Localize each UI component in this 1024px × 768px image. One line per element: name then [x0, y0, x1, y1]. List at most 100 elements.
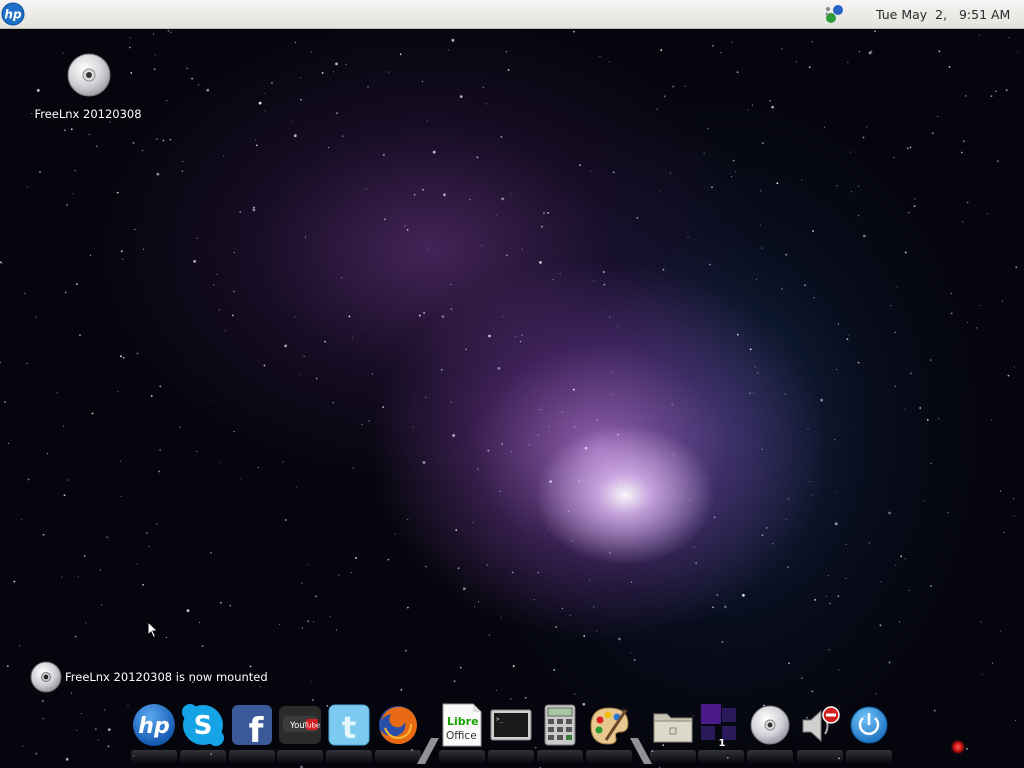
skype-icon: S [182, 704, 224, 746]
star [4, 401, 6, 403]
star [74, 170, 76, 172]
star [888, 661, 891, 664]
star [80, 713, 83, 715]
star [196, 450, 198, 453]
star [117, 390, 119, 392]
star [596, 419, 598, 421]
dock-item-libreoffice[interactable]: Libre Office [439, 702, 485, 764]
star [122, 258, 124, 260]
dock-item-terminal[interactable]: >_ [488, 702, 534, 764]
star [120, 495, 122, 497]
star [495, 214, 497, 216]
star [383, 154, 385, 156]
star [687, 236, 689, 238]
dock-item-firefox[interactable] [375, 702, 421, 764]
star [367, 86, 369, 88]
star [407, 518, 409, 520]
star [753, 392, 755, 394]
star [450, 401, 452, 403]
dock-item-facebook[interactable]: f [229, 702, 275, 764]
star [216, 273, 218, 275]
star [83, 555, 86, 557]
star [801, 179, 803, 181]
star [994, 90, 997, 93]
star [757, 372, 759, 374]
star [825, 595, 827, 598]
dock-item-youtube[interactable]: You Tube [277, 702, 323, 764]
dock-item-volume[interactable] [797, 702, 843, 764]
star [749, 348, 752, 351]
star [432, 150, 436, 154]
star [838, 323, 840, 325]
dock-item-power[interactable] [846, 702, 892, 764]
star [894, 385, 897, 388]
mouse-cursor-icon [147, 620, 159, 639]
star [929, 359, 932, 361]
star [948, 66, 951, 68]
star [618, 637, 621, 641]
dock-item-skype[interactable]: S [180, 702, 226, 764]
cd-disc-icon [66, 52, 112, 98]
svg-text:>_: >_ [496, 716, 504, 723]
svg-text:1: 1 [719, 738, 726, 748]
star [64, 291, 67, 294]
star [584, 446, 588, 450]
desktop-icon-freelnx[interactable]: FreeLnx 20120308 [28, 52, 148, 124]
dock-item-workspace-switcher[interactable]: 1 [698, 702, 744, 764]
star [206, 88, 210, 92]
star [592, 503, 594, 505]
star [422, 188, 424, 191]
star [857, 185, 860, 187]
star [555, 626, 558, 628]
star [636, 216, 639, 219]
star [548, 426, 550, 428]
star [781, 288, 783, 290]
star [220, 462, 222, 464]
star [847, 61, 849, 63]
dock-reflection [698, 750, 744, 764]
star [712, 44, 714, 47]
star [804, 284, 806, 287]
star [937, 115, 939, 118]
star [279, 623, 281, 625]
star [495, 429, 497, 432]
star [695, 562, 697, 564]
star [341, 135, 344, 138]
dock-item-hp[interactable]: hp [131, 702, 177, 764]
dock-item-calculator[interactable] [537, 702, 583, 764]
star [310, 51, 312, 53]
star [453, 680, 456, 683]
dock-item-cd[interactable] [747, 702, 793, 764]
star [512, 665, 515, 668]
hp-logo-icon[interactable]: hp [1, 2, 25, 26]
star [341, 277, 343, 279]
dock-item-file-manager[interactable] [650, 702, 696, 764]
star [213, 284, 215, 286]
star [167, 29, 170, 32]
star [77, 576, 79, 578]
dock-item-paint[interactable] [586, 702, 632, 764]
star [731, 41, 733, 43]
dock-separator [417, 738, 439, 764]
star [809, 481, 811, 483]
dock-reflection [277, 750, 323, 764]
star [35, 752, 38, 755]
star [440, 368, 443, 371]
star [720, 52, 722, 54]
star [966, 322, 969, 324]
star [837, 595, 840, 598]
star [441, 315, 445, 318]
star [602, 271, 605, 273]
star [476, 156, 479, 159]
dock-reflection [180, 750, 226, 764]
star [229, 604, 232, 607]
star [104, 709, 106, 711]
star [371, 373, 374, 375]
network-status-icon[interactable] [822, 3, 846, 25]
clock[interactable]: Tue May 2, 9:51 AM [876, 7, 1010, 22]
star [239, 210, 242, 213]
star [781, 48, 783, 50]
star [938, 418, 940, 420]
star [588, 579, 591, 581]
dock-item-twitter[interactable]: t [326, 702, 372, 764]
